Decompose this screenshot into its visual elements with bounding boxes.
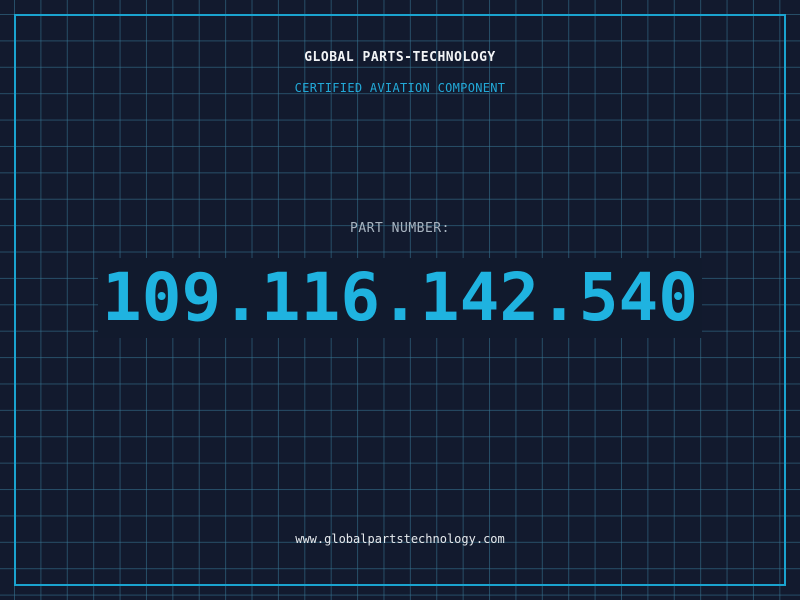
label-canvas: GLOBAL PARTS-TECHNOLOGY CERTIFIED AVIATI… — [0, 0, 800, 600]
brand-title: GLOBAL PARTS-TECHNOLOGY — [304, 50, 496, 65]
part-number-value: 109.116.142.540 — [97, 258, 703, 338]
part-number-container: 109.116.142.540 — [0, 258, 800, 338]
part-number-label: PART NUMBER: — [350, 221, 450, 236]
website-url: www.globalpartstechnology.com — [295, 532, 505, 546]
tagline: CERTIFIED AVIATION COMPONENT — [294, 81, 506, 95]
